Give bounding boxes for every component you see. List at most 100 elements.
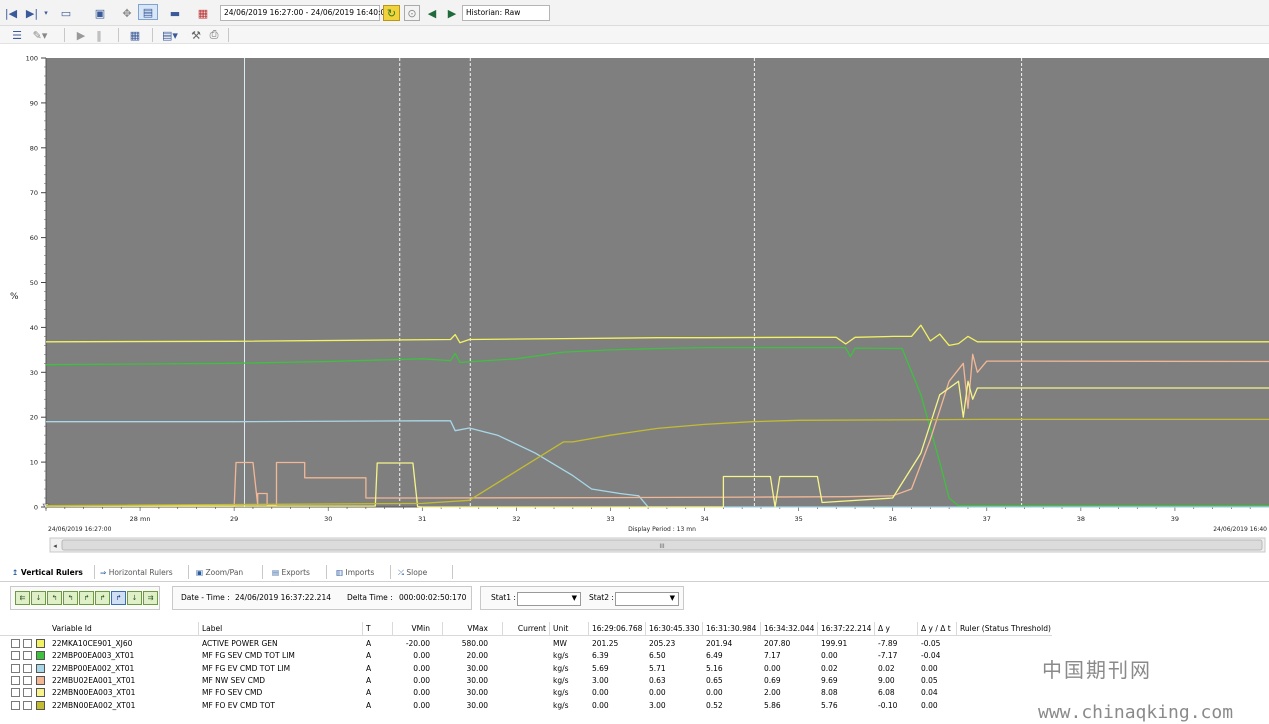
ruler-last-button[interactable]: ⇉	[143, 591, 158, 605]
table-row[interactable]: 22MBN00EA003_XT01 MF FO SEV CMD A 0.00 30.00…	[0, 687, 1052, 699]
series-color-swatch[interactable]	[36, 675, 45, 685]
table-row[interactable]: 22MBP00EA003_XT01 MF FG SEV CMD TOT LIM A 0…	[0, 650, 1052, 662]
table-cell: 0.00	[413, 675, 430, 685]
ruler-first-button[interactable]: ⇇	[15, 591, 30, 605]
column-header[interactable]: VMax	[446, 622, 488, 636]
date-range-field[interactable]: 24/06/2019 16:27:00 - 24/06/2019 16:40:0…	[220, 5, 390, 21]
arrow-left-icon[interactable]: ◀	[424, 5, 440, 21]
pause-icon[interactable]: ‖	[92, 27, 106, 43]
ruler-prev-button[interactable]: ↓	[31, 591, 46, 605]
ruler-buttons-group: ⇇ ↓ ↰ ↰ ↱ ↱ ↱ ↓ ⇉	[10, 586, 160, 610]
table-cell: 3.00	[592, 675, 609, 685]
refresh-icon[interactable]: ↻	[383, 5, 400, 21]
table-row[interactable]: 22MBP00EA002_XT01 MF FG EV CMD TOT LIM A 0.…	[0, 663, 1052, 675]
stat1-select[interactable]: ▼	[517, 592, 581, 606]
monitor-icon[interactable]: ▣	[90, 5, 110, 21]
series-color-swatch[interactable]	[36, 663, 45, 673]
ruler-select-button[interactable]: ↱	[111, 591, 126, 605]
x-tick-label: 29	[230, 515, 238, 523]
scale-checkbox[interactable]	[23, 639, 32, 648]
visibility-checkbox[interactable]	[11, 651, 20, 661]
table-cell: 9.69	[821, 675, 838, 685]
visibility-checkbox[interactable]	[11, 700, 20, 710]
series-color-swatch[interactable]	[36, 700, 45, 710]
ruler-move-right-button[interactable]: ↱	[79, 591, 94, 605]
column-header[interactable]: 16:31:30.984	[706, 622, 756, 636]
slope-icon: ⤯	[398, 568, 404, 577]
visibility-checkbox[interactable]	[11, 688, 20, 698]
layout-icon[interactable]: ▤▾	[160, 27, 180, 43]
tools-icon[interactable]: ⚒	[188, 27, 204, 43]
arrow-right-icon[interactable]: ▶	[444, 5, 460, 21]
series-color-swatch[interactable]	[36, 651, 45, 661]
ruler-move-left-button[interactable]: ↰	[63, 591, 78, 605]
tab-vertical-rulers[interactable]: ↥ Vertical Rulers	[12, 566, 83, 580]
scroll-left-icon[interactable]: ◂	[53, 542, 57, 550]
stat2-select[interactable]: ▼	[615, 592, 679, 606]
table-row[interactable]: 22MKA10CE901_XJ60 ACTIVE POWER GEN A -20.00…	[0, 638, 1052, 650]
first-page-icon[interactable]: |◀	[4, 5, 18, 21]
export-icon[interactable]: ▦	[192, 5, 214, 21]
x-tick-label: 37	[983, 515, 991, 523]
ruler-next-button[interactable]: ↓	[127, 591, 142, 605]
page-icon[interactable]: ▤	[138, 4, 158, 20]
scale-checkbox[interactable]	[23, 688, 32, 698]
x-tick-label: 36	[889, 515, 897, 523]
series-color-swatch[interactable]	[36, 688, 45, 698]
series-color-swatch[interactable]	[36, 639, 45, 648]
dropdown-icon[interactable]: ▾	[42, 5, 50, 21]
scale-checkbox[interactable]	[23, 700, 32, 710]
table-cell: MF FO EV CMD TOT	[202, 700, 275, 710]
column-header[interactable]: Unit	[553, 622, 583, 636]
visibility-checkbox[interactable]	[11, 675, 20, 685]
column-header[interactable]: 16:34:32.044	[764, 622, 814, 636]
column-header[interactable]: Δ y / Δ t	[921, 622, 957, 636]
separator	[452, 565, 453, 579]
tab-zoom-pan[interactable]: ▣ Zoom/Pan	[196, 566, 243, 580]
table-row[interactable]: 22MBU02EA001_XT01 MF NW SEV CMD A 0.00 30.00…	[0, 675, 1052, 687]
edit-icon[interactable]: ✎▾	[30, 27, 50, 43]
save-icon[interactable]: ▬	[164, 5, 186, 21]
column-header[interactable]: T	[366, 622, 386, 636]
y-tick-label: 100	[26, 55, 38, 63]
reset-icon[interactable]: ⊙	[404, 5, 420, 21]
separator	[152, 28, 153, 42]
tab-imports[interactable]: ▥ Imports	[336, 566, 374, 580]
imports-icon: ▥	[336, 568, 344, 577]
print-icon[interactable]: ⎙	[206, 27, 222, 43]
column-header[interactable]: Ruler (Status Threshold)	[960, 622, 1060, 636]
column-header[interactable]: 16:37:22.214	[821, 622, 871, 636]
tab-exports[interactable]: ▤ Exports	[272, 566, 310, 580]
column-header[interactable]: Label	[202, 622, 352, 636]
view-icon[interactable]: ▭	[56, 5, 76, 21]
scale-checkbox[interactable]	[23, 675, 32, 685]
table-cell: 5.71	[649, 663, 666, 673]
column-divider	[702, 622, 703, 636]
grid-icon[interactable]: ▦	[128, 27, 142, 43]
list-icon[interactable]: ☰	[10, 27, 24, 43]
column-header[interactable]: VMin	[396, 622, 430, 636]
column-header[interactable]: Δ y	[878, 622, 914, 636]
scale-checkbox[interactable]	[23, 663, 32, 673]
table-cell: 30.00	[466, 688, 488, 698]
column-header[interactable]: Variable Id	[52, 622, 192, 636]
column-header[interactable]: 16:30:45.330	[649, 622, 699, 636]
visibility-checkbox[interactable]	[11, 663, 20, 673]
tab-label: Slope	[406, 568, 428, 577]
tab-horizontal-rulers[interactable]: ⇒ Horizontal Rulers	[100, 566, 173, 580]
tab-slope[interactable]: ⤯ Slope	[398, 566, 427, 580]
historian-field[interactable]: Historian: Raw	[462, 5, 550, 21]
tab-label: Exports	[281, 568, 310, 577]
play-icon[interactable]: ▶	[74, 27, 88, 43]
trend-chart-svg[interactable]: 0 10 20 30 40 50 60 70 80 90 100% 28 mn 29 30 31 32 33 34…	[0, 45, 1269, 558]
ruler-delete-button[interactable]: ↱	[95, 591, 110, 605]
settings-icon[interactable]: ✥	[118, 5, 136, 21]
table-row[interactable]: 22MBN00EA002_XT01 MF FO EV CMD TOT A 0.00 30…	[0, 700, 1052, 712]
table-cell: -0.04	[921, 651, 941, 661]
visibility-checkbox[interactable]	[11, 639, 20, 648]
next-page-icon[interactable]: ▶|	[24, 5, 40, 21]
column-header[interactable]: 16:29:06.768	[592, 622, 642, 636]
column-header[interactable]: Current	[506, 622, 546, 636]
scale-checkbox[interactable]	[23, 651, 32, 661]
ruler-add-button[interactable]: ↰	[47, 591, 62, 605]
